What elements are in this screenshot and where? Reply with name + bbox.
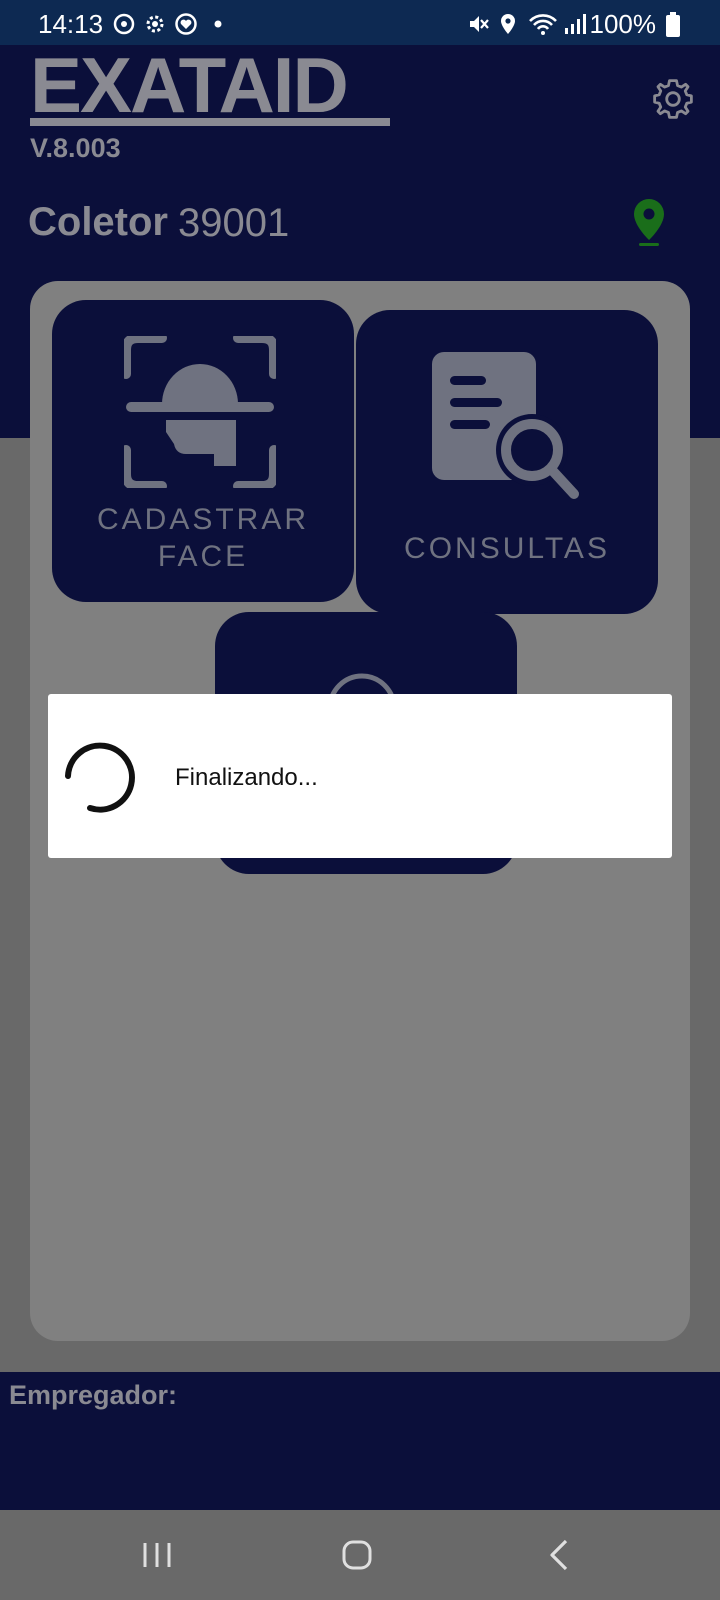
heart-icon [175,13,197,35]
dot-icon [214,20,222,28]
logo-text: EXATAID [30,50,347,129]
cadastrar-label-line2: FACE [157,540,249,573]
loading-dialog: Finalizando... [48,694,672,858]
map-pin-icon[interactable] [632,198,666,248]
status-time: 14:13 [38,9,104,39]
document-search-icon [432,352,579,499]
loading-spinner-icon [65,742,135,813]
location-icon [501,14,515,34]
system-nav-bar [0,1510,720,1600]
exataid-logo: EXATAID [30,50,390,129]
home-icon[interactable] [332,1530,382,1580]
settings-gear-icon[interactable] [652,78,694,120]
cadastrar-label-line1: CADASTRAR [96,503,310,536]
back-icon[interactable] [534,1530,584,1580]
cadastrar-face-button[interactable]: CADASTRAR FACE [52,300,354,602]
recent-apps-icon[interactable] [132,1530,182,1580]
sync-icon [113,13,135,35]
coletor-label: Coletor [28,200,168,244]
mute-icon [470,16,489,32]
empregador-label: Empregador: [9,1380,178,1410]
battery-percent: 100% [589,9,657,39]
signal-icon [565,14,586,34]
gear-icon [146,15,164,33]
wifi-icon [529,14,557,35]
battery-icon [666,12,680,37]
app-version: V.8.003 [30,133,121,163]
loading-message: Finalizando... [175,764,318,791]
coletor-value: 39001 [178,201,290,245]
face-scan-icon [124,336,276,488]
consultas-button[interactable]: CONSULTAS [356,310,658,614]
consultas-label: CONSULTAS [404,532,610,565]
